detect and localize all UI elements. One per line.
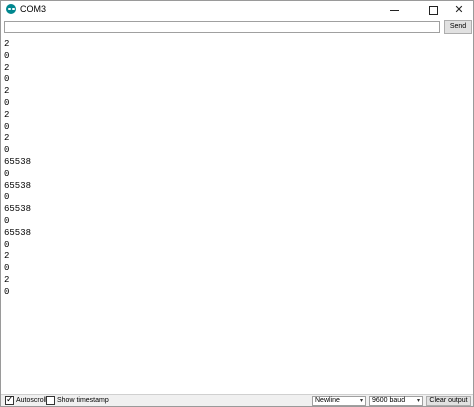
output-line: 2	[4, 109, 10, 120]
output-line: 0	[4, 192, 10, 203]
output-line: 65538	[4, 227, 32, 238]
line-ending-select[interactable]: Newline ▾	[312, 396, 366, 406]
output-line: 0	[4, 263, 10, 274]
send-row: Send	[1, 19, 473, 36]
serial-monitor-window: COM3 ✕ Send 2 0 2 0 2 0 2 0 2 0 65538 0 65538 0 65538 0…	[0, 0, 474, 407]
line-ending-value: Newline	[315, 397, 340, 404]
minimize-icon	[390, 10, 399, 11]
arduino-icon	[6, 4, 16, 14]
output-line: 0	[4, 74, 10, 85]
maximize-icon	[429, 6, 438, 15]
minimize-button[interactable]	[381, 1, 409, 19]
output-line: 2	[4, 275, 10, 285]
autoscroll-label: Autoscroll	[16, 397, 47, 404]
maximize-button[interactable]	[419, 1, 447, 19]
output-line: 2	[4, 133, 10, 144]
check-icon: ✓	[6, 394, 14, 404]
window-title: COM3	[20, 4, 47, 14]
status-bar: ✓ Autoscroll Show timestamp Newline ▾ 96…	[1, 394, 473, 406]
output-line: 65538	[4, 157, 32, 167]
output-line: 0	[4, 98, 10, 108]
output-line: 2	[4, 39, 10, 49]
autoscroll-checkbox[interactable]: ✓	[5, 394, 14, 405]
chevron-down-icon: ▾	[416, 398, 420, 404]
show-timestamp-label: Show timestamp	[57, 397, 109, 404]
output-line: 0	[4, 50, 10, 61]
baud-rate-select[interactable]: 9600 baud ▾	[369, 396, 423, 406]
chevron-down-icon: ▾	[359, 398, 363, 404]
output-line: 0	[4, 239, 10, 250]
baud-rate-value: 9600 baud	[372, 397, 406, 404]
output-line: 2	[4, 86, 10, 97]
output-line: 2	[4, 251, 10, 262]
title-bar[interactable]: COM3 ✕	[1, 1, 473, 19]
output-line: 65538	[4, 204, 32, 215]
output-line: 0	[4, 216, 10, 226]
output-line: 2	[4, 62, 10, 73]
send-button[interactable]: Send	[444, 20, 472, 34]
clear-output-button[interactable]: Clear output	[426, 396, 471, 406]
show-timestamp-checkbox[interactable]	[46, 396, 55, 405]
output-line: 0	[4, 168, 10, 179]
output-line: 0	[4, 145, 10, 156]
output-line: 0	[4, 121, 10, 132]
close-button[interactable]: ✕	[445, 1, 473, 19]
output-line: 65538	[4, 180, 32, 191]
serial-output[interactable]: 2 0 2 0 2 0 2 0 2 0 65538 0 65538 0 65538 0 65538 0 2 0 2 0	[2, 36, 472, 394]
close-icon: ✕	[454, 4, 464, 16]
serial-input[interactable]	[4, 21, 440, 33]
output-line: 0	[4, 286, 10, 297]
